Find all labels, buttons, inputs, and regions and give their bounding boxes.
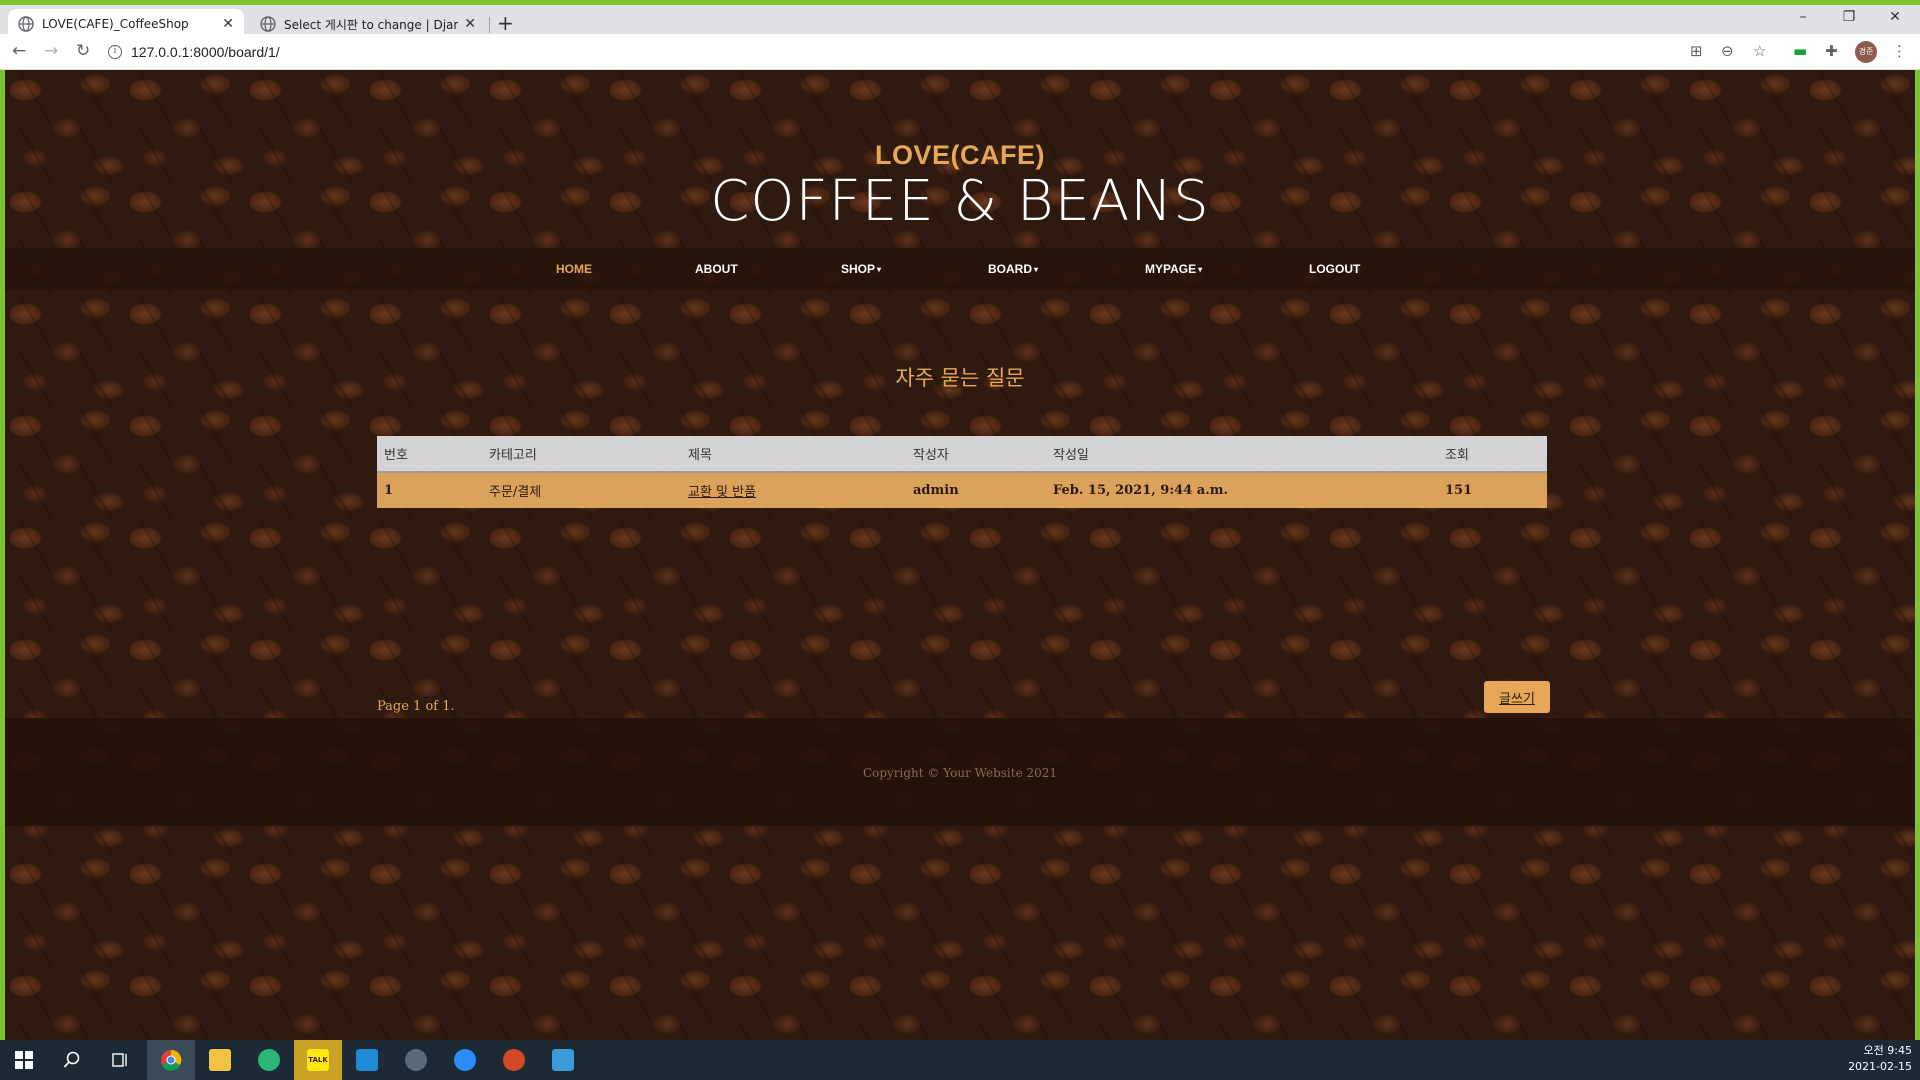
globe-icon: [18, 16, 34, 32]
page-title: 자주 묻는 질문: [895, 366, 1025, 390]
taskbar-sourcetree[interactable]: [245, 1040, 293, 1080]
copyright-text: Copyright © Your Website 2021: [862, 766, 1058, 780]
taskbar-notepad[interactable]: [539, 1040, 587, 1080]
powerpoint-icon: [503, 1049, 525, 1071]
clock-time: 오전 9:45: [1863, 1044, 1912, 1057]
board-table: 번호 카테고리 제목 작성자 작성일 조회 1 주문/결제 교환 및 반품 ad…: [377, 436, 1547, 508]
post-subject-link[interactable]: 교환 및 반품: [688, 485, 756, 500]
windows-taskbar: TALK 오전 9:45 2021-02-15: [0, 1040, 1920, 1080]
profile-avatar[interactable]: 경준: [1855, 41, 1877, 63]
site-footer: Copyright © Your Website 2021: [5, 718, 1915, 826]
tab-separator: [489, 17, 490, 33]
pagination-status: Page 1 of 1.: [377, 699, 455, 714]
col-header-subject: 제목: [681, 436, 906, 473]
forward-arrow-icon[interactable]: →: [44, 41, 58, 61]
minimize-button[interactable]: –: [1780, 9, 1826, 25]
chevron-down-icon: ▾: [1034, 264, 1039, 274]
main-navbar: HOME ABOUT SHOP ▾ BOARD ▾ MYPAGE ▾ LOGOUT: [5, 248, 1915, 290]
new-tab-button[interactable]: +: [497, 11, 514, 35]
cell-number: 1: [377, 472, 482, 508]
taskbar-kakaotalk[interactable]: TALK: [294, 1040, 342, 1080]
table-header-row: 번호 카테고리 제목 작성자 작성일 조회: [377, 436, 1547, 473]
menu-kebab-icon[interactable]: ⋮: [1892, 42, 1907, 60]
taskbar-powerpoint[interactable]: [490, 1040, 538, 1080]
nav-home[interactable]: HOME: [556, 248, 592, 290]
nav-logout-label: LOGOUT: [1309, 262, 1361, 276]
task-view-icon: [112, 1053, 127, 1067]
nav-home-label: HOME: [556, 262, 592, 276]
nav-board[interactable]: BOARD ▾: [988, 248, 1038, 290]
site-header: LOVE(CAFE) COFFEE & BEANS: [5, 140, 1915, 234]
taskbar-search-button[interactable]: [48, 1040, 96, 1080]
nav-logout[interactable]: LOGOUT: [1309, 248, 1360, 290]
nav-board-label: BOARD: [988, 262, 1032, 276]
nav-shop[interactable]: SHOP ▾: [841, 248, 881, 290]
close-window-button[interactable]: ✕: [1872, 9, 1918, 25]
url-text[interactable]: 127.0.0.1:8000/board/1/: [131, 44, 280, 60]
folder-icon: [209, 1049, 231, 1071]
reload-icon[interactable]: ↻: [76, 41, 90, 61]
cell-date: Feb. 15, 2021, 9:44 a.m.: [1046, 472, 1438, 508]
database-icon: [405, 1049, 427, 1071]
col-header-number: 번호: [377, 436, 482, 473]
taskbar-chrome[interactable]: [147, 1040, 195, 1080]
nav-about-label: ABOUT: [695, 262, 738, 276]
close-tab-icon[interactable]: ✕: [222, 16, 234, 32]
back-arrow-icon[interactable]: ←: [12, 41, 26, 61]
nav-mypage-label: MYPAGE: [1145, 262, 1197, 276]
chevron-down-icon: ▾: [1198, 264, 1203, 274]
windows-logo-icon: [15, 1051, 33, 1069]
brand-upper-title: LOVE(CAFE): [875, 140, 1045, 170]
zoom-icon[interactable]: ⊖: [1721, 42, 1734, 60]
taskbar-zoom[interactable]: [441, 1040, 489, 1080]
nav-about[interactable]: ABOUT: [695, 248, 738, 290]
col-header-date: 작성일: [1046, 436, 1438, 473]
notepad-icon: [552, 1049, 574, 1071]
nav-shop-label: SHOP: [841, 262, 876, 276]
bookmark-star-icon[interactable]: ☆: [1753, 42, 1766, 60]
chevron-down-icon: ▾: [877, 264, 882, 274]
write-post-button[interactable]: 글쓰기: [1484, 681, 1550, 713]
close-tab-icon[interactable]: ✕: [464, 16, 476, 32]
globe-icon: [260, 16, 276, 32]
translate-icon[interactable]: ⊞: [1690, 42, 1703, 60]
col-header-views: 조회: [1438, 436, 1547, 473]
taskbar-vscode[interactable]: [343, 1040, 391, 1080]
page-viewport: LOVE(CAFE) COFFEE & BEANS HOME ABOUT SHO…: [5, 70, 1915, 1040]
address-bar[interactable]: i 127.0.0.1:8000/board/1/: [108, 38, 1868, 66]
taskbar-dbeaver[interactable]: [392, 1040, 440, 1080]
col-header-author: 작성자: [906, 436, 1046, 473]
taskbar-file-explorer[interactable]: [196, 1040, 244, 1080]
tab-title: Select 게시판 to change | Djang: [284, 17, 459, 32]
browser-toolbar: ← → ↻ i 127.0.0.1:8000/board/1/ ⊞ ⊖ ☆ ▬ …: [0, 34, 1920, 70]
extension-icon[interactable]: ▬: [1793, 42, 1807, 60]
col-header-category: 카테고리: [482, 436, 681, 473]
windows-start-button[interactable]: [0, 1040, 48, 1080]
cell-subject: 교환 및 반품: [681, 472, 906, 508]
task-view-button[interactable]: [96, 1040, 144, 1080]
zoom-icon: [454, 1049, 476, 1071]
chrome-icon: [161, 1049, 182, 1071]
search-icon: [63, 1051, 80, 1068]
vscode-icon: [356, 1049, 378, 1071]
tab-title: LOVE(CAFE)_CoffeeShop: [42, 17, 189, 31]
cell-views: 151: [1438, 472, 1547, 508]
brand-lower-title: COFFEE & BEANS: [710, 169, 1210, 234]
puzzle-extensions-icon[interactable]: ✚: [1825, 42, 1838, 60]
sourcetree-icon: [258, 1049, 280, 1071]
cell-category: 주문/결제: [482, 472, 681, 508]
system-clock[interactable]: 오전 9:45 2021-02-15: [1848, 1043, 1912, 1075]
cell-author: admin: [906, 472, 1046, 508]
site-info-icon[interactable]: i: [108, 45, 122, 59]
nav-mypage[interactable]: MYPAGE ▾: [1145, 248, 1202, 290]
clock-date: 2021-02-15: [1848, 1060, 1912, 1073]
kakaotalk-icon: TALK: [307, 1049, 329, 1071]
restore-button[interactable]: ❐: [1826, 9, 1872, 25]
browser-tab-bar: LOVE(CAFE)_CoffeeShop ✕ Select 게시판 to ch…: [0, 0, 1920, 39]
table-row: 1 주문/결제 교환 및 반품 admin Feb. 15, 2021, 9:4…: [377, 472, 1547, 508]
